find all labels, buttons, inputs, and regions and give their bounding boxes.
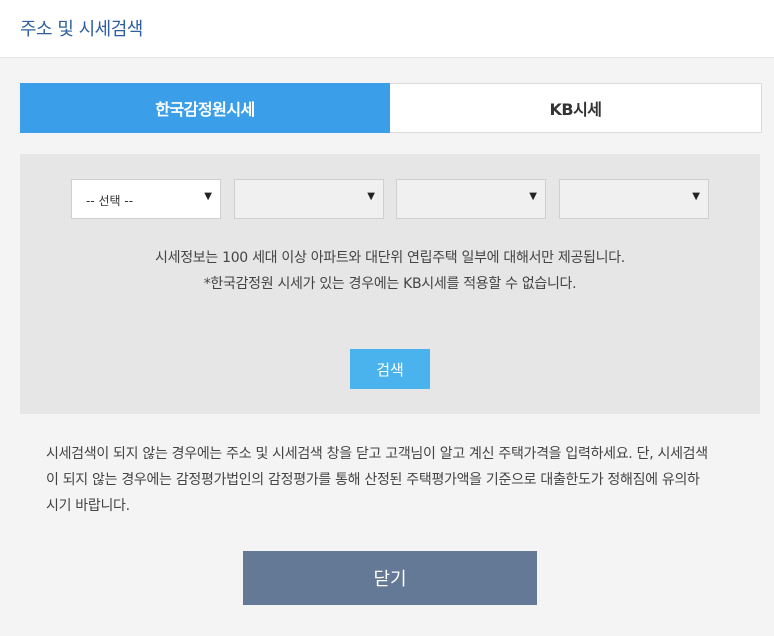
guide-line-2: 이 되지 않는 경우에는 감정평가법인의 감정평가를 통해 산정된 주택평가액을…: [46, 472, 700, 488]
tab-kb-price[interactable]: KB시세: [390, 83, 762, 133]
kab-kb-notice: *한국감정원 시세가 있는 경우에는 KB시세를 적용할 수 없습니다.: [203, 276, 577, 292]
search-button[interactable]: 검색: [350, 349, 430, 389]
caret-down-icon: ▼: [204, 191, 212, 202]
region-select-1[interactable]: -- 선택 -- ▼: [71, 179, 221, 219]
search-panel: -- 선택 -- ▼ ▼ ▼ ▼ 시세정보는 100 세대 이상 아파트와 대단…: [20, 154, 760, 414]
page-title: 주소 및 시세검색: [20, 19, 143, 40]
region-select-2[interactable]: ▼: [234, 179, 384, 219]
tab-kab-price[interactable]: 한국감정원시세: [20, 83, 390, 133]
region-select-1-value: -- 선택 --: [86, 194, 134, 208]
region-select-4[interactable]: ▼: [559, 179, 709, 219]
price-info-notice: 시세정보는 100 세대 이상 아파트와 대단위 연립주택 일부에 대해서만 제…: [155, 250, 625, 266]
caret-down-icon: ▼: [692, 191, 700, 202]
guide-line-1: 시세검색이 되지 않는 경우에는 주소 및 시세검색 창을 닫고 고객님이 알고…: [46, 446, 708, 462]
popup-header: 주소 및 시세검색: [0, 0, 774, 58]
guide-text: 시세검색이 되지 않는 경우에는 주소 및 시세검색 창을 닫고 고객님이 알고…: [46, 441, 758, 519]
caret-down-icon: ▼: [529, 191, 537, 202]
region-select-3[interactable]: ▼: [396, 179, 546, 219]
price-source-tabs: 한국감정원시세 KB시세: [20, 83, 762, 133]
caret-down-icon: ▼: [367, 191, 375, 202]
close-button[interactable]: 닫기: [243, 551, 537, 605]
guide-line-3: 시기 바랍니다.: [46, 498, 130, 514]
